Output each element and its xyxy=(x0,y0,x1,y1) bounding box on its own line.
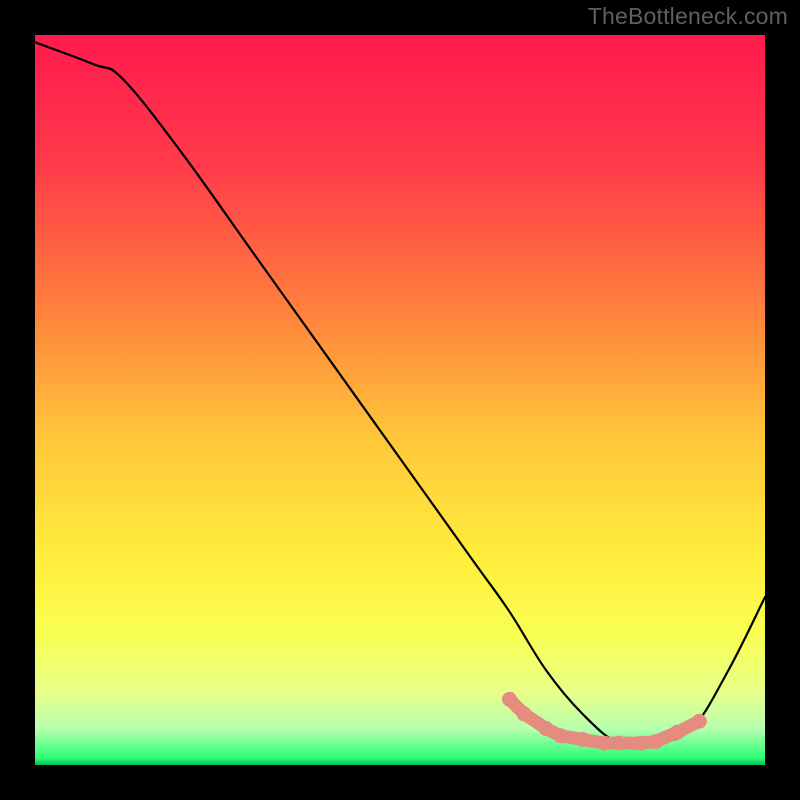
marker-dot xyxy=(692,714,707,729)
marker-dot xyxy=(502,692,517,707)
marker-dot xyxy=(633,736,648,751)
marker-dot xyxy=(597,736,612,751)
curve-layer xyxy=(35,35,765,765)
marker-dot xyxy=(553,728,568,743)
watermark-text: TheBottleneck.com xyxy=(588,3,788,30)
marker-dot xyxy=(575,732,590,747)
highlighted-markers xyxy=(502,692,707,751)
marker-dot xyxy=(612,736,627,751)
marker-dot xyxy=(517,706,532,721)
marker-dot xyxy=(648,734,663,749)
marker-dot xyxy=(539,721,554,736)
marker-dot xyxy=(670,725,685,740)
bottleneck-curve xyxy=(35,42,765,746)
chart-frame: TheBottleneck.com xyxy=(0,0,800,800)
plot-area xyxy=(35,35,765,765)
